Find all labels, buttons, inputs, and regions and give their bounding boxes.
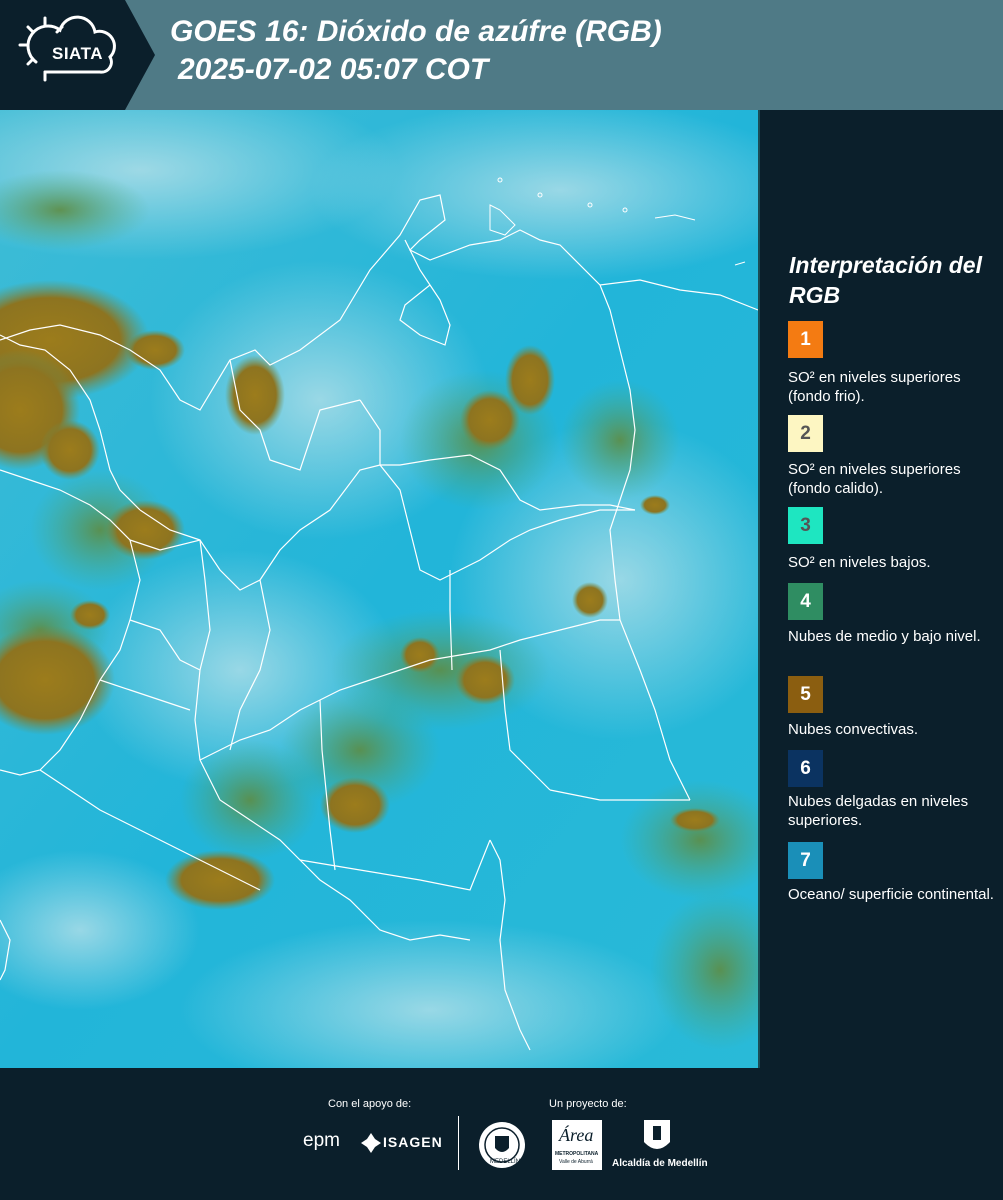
legend-number-2: 2 (800, 422, 811, 444)
legend-label-5: Nubes convectivas. (788, 721, 919, 738)
legend-label-4: Nubes de medio y bajo nivel. (788, 628, 981, 645)
legend-number-4: 4 (800, 590, 811, 612)
legend-number-1: 1 (800, 328, 811, 350)
satellite-map (0, 110, 760, 1068)
support-label: Con el apoyo de: (328, 1098, 412, 1110)
isagen-logo: ISAGEN (383, 1134, 443, 1150)
legend-swatch-4: 4 (788, 583, 823, 620)
legend-label-1: SO² en niveles superiores (fondo frio). (788, 369, 961, 405)
legend-number-5: 5 (800, 683, 811, 705)
page-timestamp: 2025-07-02 05:07 COT (178, 53, 489, 86)
siata-logo-text: SIATA (52, 44, 103, 63)
legend-swatch-3: 3 (788, 507, 823, 544)
siata-logo: SIATA (0, 0, 155, 110)
legend-label-3: SO² en niveles bajos. (788, 554, 931, 571)
page-title: GOES 16: Dióxido de azúfre (RGB) (170, 15, 662, 48)
satellite-image (0, 110, 758, 1068)
alcaldia-shield-icon (644, 1120, 670, 1149)
medellin-seal-text: MEDELLÍN (490, 1159, 521, 1165)
project-label: Un proyecto de: (549, 1098, 627, 1110)
legend-label-6: Nubes delgadas en niveles superiores. (788, 793, 969, 829)
legend-label-2: SO² en niveles superiores (fondo calido)… (788, 461, 961, 497)
header-bar: SIATA GOES 16: Dióxido de azúfre (RGB) 2… (0, 0, 1003, 110)
footer-divider (458, 1116, 459, 1170)
footer-bar: Con el apoyo de: Un proyecto de: epm ISA… (0, 1068, 1003, 1200)
legend-panel: Interpretación del RGB 1 SO² en niveles … (760, 110, 1003, 1068)
legend-swatch-1: 1 (788, 321, 823, 358)
alcaldia-logo-text: Alcaldía de Medellín (612, 1158, 708, 1169)
area-logo-sub2: Valle de Aburrá (559, 1159, 593, 1165)
area-logo-sub1: METROPOLITANA (555, 1151, 599, 1157)
legend-swatch-5: 5 (788, 676, 823, 713)
epm-logo: epm (303, 1130, 340, 1151)
legend-number-3: 3 (800, 514, 811, 536)
legend-number-7: 7 (800, 849, 811, 871)
area-metropolitana-logo: Área METROPOLITANA Valle de Aburrá (552, 1120, 602, 1170)
legend-swatch-2: 2 (788, 415, 823, 452)
area-logo-text: Área (559, 1125, 594, 1145)
legend-label-7: Oceano/ superficie continental. (788, 886, 994, 903)
legend-swatch-7: 7 (788, 842, 823, 879)
legend-title: Interpretación del RGB (789, 252, 982, 308)
isagen-logo-icon (361, 1133, 381, 1153)
legend-number-6: 6 (800, 757, 811, 779)
legend-swatch-6: 6 (788, 750, 823, 787)
